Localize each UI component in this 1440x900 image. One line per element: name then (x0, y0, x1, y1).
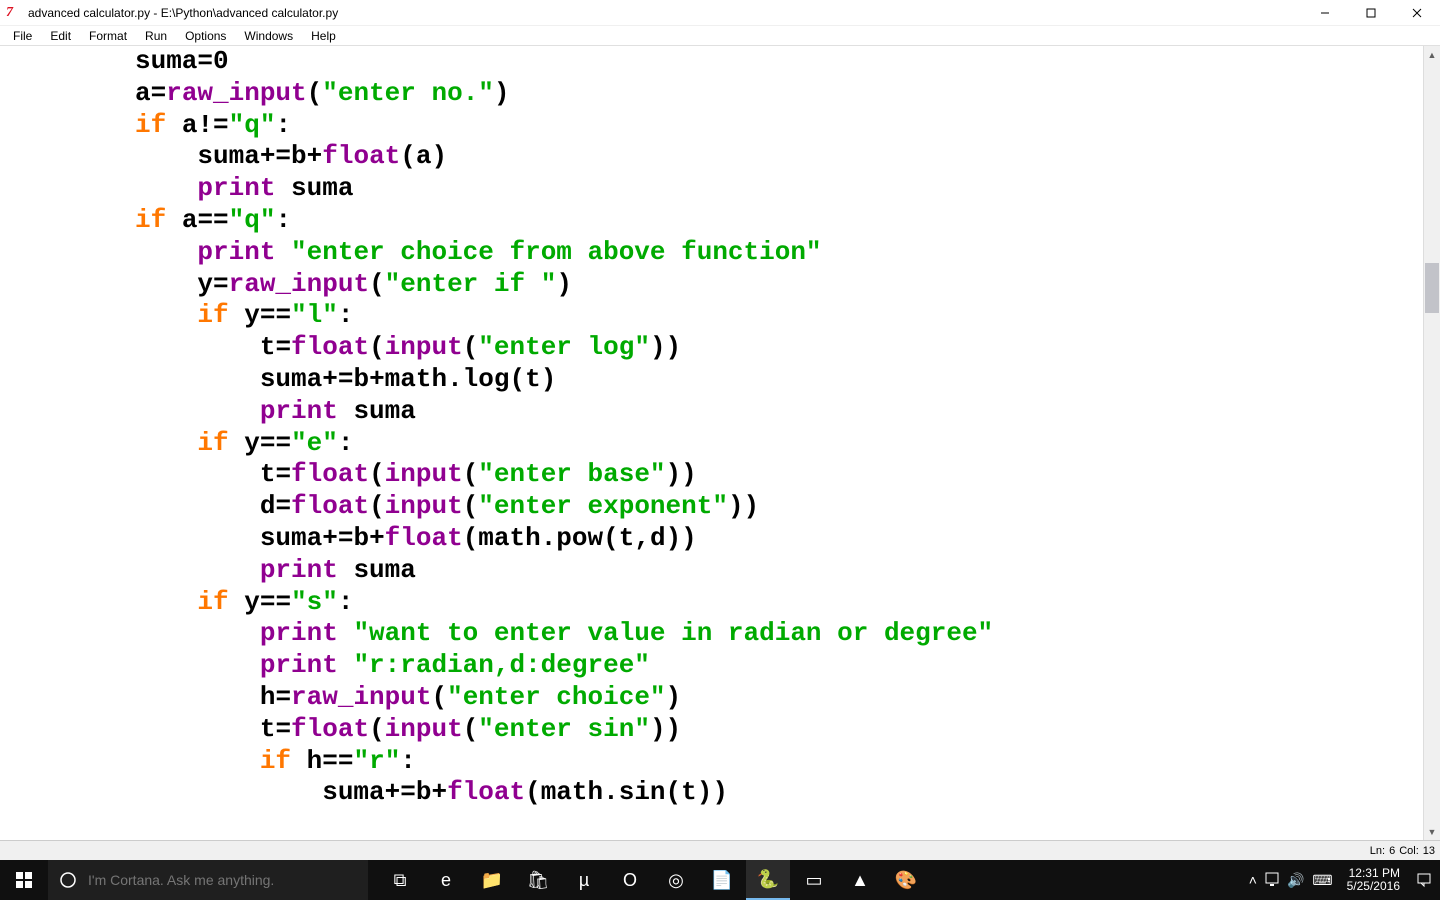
taskbar-clock[interactable]: 12:31 PM 5/25/2016 (1341, 867, 1406, 893)
menu-run[interactable]: Run (136, 27, 176, 45)
code-line: if y=="e": (135, 428, 1423, 460)
action-center-icon[interactable] (1414, 870, 1434, 890)
status-ln-label: Ln: (1369, 845, 1386, 857)
code-line: print suma (135, 396, 1423, 428)
code-line: if y=="l": (135, 300, 1423, 332)
code-line: suma=0 (135, 46, 1423, 78)
taskbar-app-mysql[interactable]: ▭ (792, 860, 836, 900)
title-bar: 7 advanced calculator.py - E:\Python\adv… (0, 0, 1440, 26)
code-line: h=raw_input("enter choice") (135, 682, 1423, 714)
code-line: y=raw_input("enter if ") (135, 269, 1423, 301)
scroll-up-button[interactable]: ▲ (1424, 46, 1440, 63)
code-line: print "r:radian,d:degree" (135, 650, 1423, 682)
app-icon: 7 (6, 5, 22, 21)
code-line: suma+=b+float(math.pow(t,d)) (135, 523, 1423, 555)
code-line: suma+=b+float(a) (135, 141, 1423, 173)
menu-bar: FileEditFormatRunOptionsWindowsHelp (0, 26, 1440, 46)
clock-date: 5/25/2016 (1347, 880, 1400, 893)
minimize-button[interactable] (1302, 0, 1348, 26)
status-col-label: Col: (1398, 845, 1420, 857)
window-title: advanced calculator.py - E:\Python\advan… (28, 6, 338, 20)
menu-options[interactable]: Options (176, 27, 235, 45)
code-line: a=raw_input("enter no.") (135, 78, 1423, 110)
code-line: t=float(input("enter sin")) (135, 714, 1423, 746)
scroll-track[interactable] (1424, 63, 1440, 823)
code-line: suma+=b+math.log(t) (135, 364, 1423, 396)
tray-chevron-icon[interactable]: ˄ (1249, 872, 1257, 888)
menu-help[interactable]: Help (302, 27, 345, 45)
taskbar-app-utorrent[interactable]: µ (562, 860, 606, 900)
taskbar-app-store[interactable]: 🛍 (516, 860, 560, 900)
system-tray: ˄ 🔊 ⌨ 12:31 PM 5/25/2016 (1249, 867, 1440, 893)
taskbar-app-opera[interactable]: O (608, 860, 652, 900)
start-button[interactable] (0, 860, 48, 900)
taskbar-app-idle[interactable]: 🐍 (746, 860, 790, 900)
tray-keyboard-icon[interactable]: ⌨ (1312, 872, 1332, 889)
code-line: suma+=b+float(math.sin(t)) (135, 777, 1423, 809)
taskbar-app-edge[interactable]: e (424, 860, 468, 900)
menu-file[interactable]: File (4, 27, 41, 45)
menu-edit[interactable]: Edit (41, 27, 80, 45)
code-line: if a=="q": (135, 205, 1423, 237)
tray-network-icon[interactable] (1265, 872, 1279, 889)
close-button[interactable] (1394, 0, 1440, 26)
cortana-icon (48, 871, 88, 889)
maximize-button[interactable] (1348, 0, 1394, 26)
code-line: if h=="r": (135, 746, 1423, 778)
code-line: print suma (135, 173, 1423, 205)
taskbar-app-file-explorer[interactable]: 📁 (470, 860, 514, 900)
taskbar-apps: ⧉e📁🛍µO◎📄🐍▭▲🎨 (378, 860, 928, 900)
menu-format[interactable]: Format (80, 27, 136, 45)
code-line: if a!="q": (135, 110, 1423, 142)
code-line: print "enter choice from above function" (135, 237, 1423, 269)
editor-area: suma=0a=raw_input("enter no.")if a!="q":… (0, 46, 1440, 840)
tray-volume-icon[interactable]: 🔊 (1287, 872, 1304, 889)
code-line: print "want to enter value in radian or … (135, 618, 1423, 650)
taskbar-app-notepadpp[interactable]: 📄 (700, 860, 744, 900)
code-line: print suma (135, 555, 1423, 587)
status-bar: Ln: 6 Col: 13 (0, 840, 1440, 860)
code-line: t=float(input("enter log")) (135, 332, 1423, 364)
taskbar: ⧉e📁🛍µO◎📄🐍▭▲🎨 ˄ 🔊 ⌨ 12:31 PM 5/25/2016 (0, 860, 1440, 900)
taskbar-app-chrome[interactable]: ◎ (654, 860, 698, 900)
code-line: d=float(input("enter exponent")) (135, 491, 1423, 523)
taskbar-app-paint[interactable]: 🎨 (884, 860, 928, 900)
cortana-search[interactable] (48, 860, 368, 900)
status-ln-value: 6 (1388, 845, 1396, 857)
code-editor[interactable]: suma=0a=raw_input("enter no.")if a!="q":… (0, 46, 1423, 840)
code-line: t=float(input("enter base")) (135, 459, 1423, 491)
taskbar-app-drive[interactable]: ▲ (838, 860, 882, 900)
code-line: if y=="s": (135, 587, 1423, 619)
cortana-input[interactable] (88, 860, 368, 900)
scroll-thumb[interactable] (1425, 263, 1439, 313)
scroll-down-button[interactable]: ▼ (1424, 823, 1440, 840)
status-col-value: 13 (1422, 845, 1436, 857)
window-controls (1302, 0, 1440, 26)
vertical-scrollbar[interactable]: ▲ ▼ (1423, 46, 1440, 840)
menu-windows[interactable]: Windows (235, 27, 302, 45)
taskbar-app-task-view[interactable]: ⧉ (378, 860, 422, 900)
